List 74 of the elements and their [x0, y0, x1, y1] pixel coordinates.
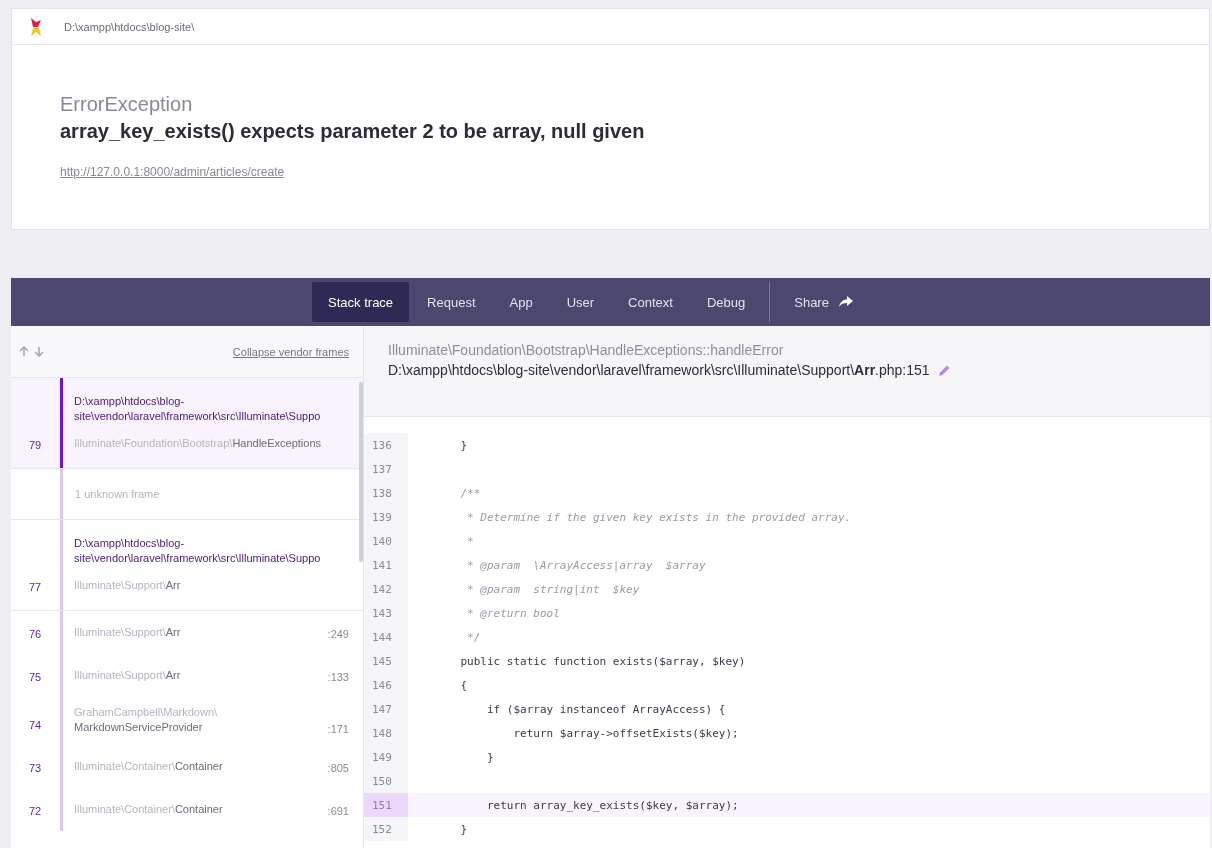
- code-text: return array_key_exists($key, $array);: [485, 798, 739, 812]
- line-number: 141: [364, 553, 408, 577]
- logo-icon: [30, 17, 42, 36]
- tab[interactable]: Context: [612, 282, 689, 322]
- frame-number: 72: [28, 805, 43, 819]
- frame-number: 79: [28, 439, 43, 453]
- code-text: * @return bool: [466, 606, 560, 620]
- line-number: 137: [364, 457, 408, 481]
- line-number: 139: [364, 505, 408, 529]
- frame-number: 77: [28, 581, 43, 595]
- frame-file-path: D:\xampp\htdocs\blog-site\vendor\laravel\framework\src\Illuminate\Suppo: [74, 536, 322, 566]
- share-button[interactable]: Share: [778, 282, 869, 322]
- line-number: 148: [364, 721, 408, 745]
- code-text: * Determine if the given key exists in the provided array.: [466, 510, 852, 524]
- line-number: 140: [364, 529, 408, 553]
- stack-frame[interactable]: 79 D:\xampp\htdocs\blog-site\vendor\laravel\framework\src\Illuminate\Suppo Illuminate\Foundation\Bootstrap\HandleExceptions: [11, 378, 363, 469]
- line-number: 151: [364, 793, 408, 817]
- line-number: 143: [364, 601, 408, 625]
- code-text: }: [459, 438, 468, 452]
- frame-line-number: :691: [326, 805, 350, 819]
- frame-number: 76: [28, 628, 43, 642]
- frame-line-number: :133: [326, 671, 350, 685]
- line-number: 136: [364, 433, 408, 457]
- code-text: /**: [459, 486, 481, 500]
- code-text: }: [485, 750, 494, 764]
- tab[interactable]: Debug: [690, 282, 762, 322]
- code-text: * @param \ArrayAccess|array $array: [466, 558, 706, 572]
- up-down-arrows-icon[interactable]: [19, 346, 45, 357]
- frame-line-number: :171: [326, 723, 350, 737]
- pencil-icon[interactable]: [937, 363, 951, 377]
- code-text: *: [466, 534, 474, 548]
- error-message: array_key_exists() expects parameter 2 to be array, null given: [60, 120, 646, 143]
- line-number: 150: [364, 769, 408, 793]
- line-number: 142: [364, 577, 408, 601]
- line-number: 146: [364, 673, 408, 697]
- frame-number: 73: [28, 762, 43, 776]
- scrollbar[interactable]: [359, 382, 363, 562]
- line-number: 145: [364, 649, 408, 673]
- project-path: D:\xampp\htdocs\blog-site\: [64, 20, 195, 33]
- line-number: 147: [364, 697, 408, 721]
- stack-frame[interactable]: 77 D:\xampp\htdocs\blog-site\vendor\laravel\framework\src\Illuminate\Suppo Illuminate\Support\Arr: [11, 520, 363, 611]
- share-arrow-icon: [838, 296, 853, 308]
- tab[interactable]: User: [550, 282, 611, 322]
- code-text: public static function exists($array, $key): [459, 654, 746, 668]
- code-text: return $array->offsetExists($key);: [512, 726, 739, 740]
- request-url-link[interactable]: http://127.0.0.1:8000/admin/articles/create: [60, 165, 285, 179]
- code-text: if ($array instanceof ArrayAccess) {: [485, 702, 726, 716]
- frame-file-path: D:\xampp\htdocs\blog-site\vendor\laravel\framework\src\Illuminate\Suppo: [74, 394, 322, 424]
- frame-class: Illuminate\Support\Arr: [74, 578, 182, 593]
- frame-class: Illuminate\Foundation\Bootstrap\HandleExceptions: [74, 436, 323, 451]
- tab[interactable]: App: [493, 282, 549, 322]
- frame-class: GrahamCampbell\Markdown\ MarkdownServiceProvider: [74, 705, 219, 735]
- frame-number: 74: [28, 719, 43, 733]
- line-number: 152: [364, 817, 408, 841]
- frame-class: Illuminate\Container\Container: [74, 759, 224, 774]
- frame-line-number: :805: [326, 762, 350, 776]
- tab[interactable]: Request: [411, 282, 492, 322]
- frame-class: Illuminate\Support\Arr: [74, 668, 182, 683]
- file-path-title: D:\xampp\htdocs\blog-site\vendor\laravel\framework\src\Illuminate\Support\Arr.php:151: [388, 362, 930, 378]
- code-text: }: [459, 822, 468, 836]
- frame-number: 75: [28, 671, 43, 685]
- exception-class: ErrorException: [60, 93, 194, 116]
- frame-class: Illuminate\Support\Arr: [74, 625, 182, 640]
- frame-line-number: :249: [326, 628, 350, 642]
- code-text: * @param string|int $key: [466, 582, 640, 596]
- line-number: 149: [364, 745, 408, 769]
- frame-method: Illuminate\Foundation\Bootstrap\HandleExceptions::handleError: [388, 342, 785, 358]
- line-number: 138: [364, 481, 408, 505]
- collapse-vendor-frames-link[interactable]: Collapse vendor frames: [232, 345, 349, 358]
- code-text: */: [466, 630, 481, 644]
- line-number: 144: [364, 625, 408, 649]
- tab[interactable]: Stack trace: [312, 282, 410, 322]
- frame-class: Illuminate\Container\Container: [74, 802, 224, 817]
- code-text: {: [459, 678, 468, 692]
